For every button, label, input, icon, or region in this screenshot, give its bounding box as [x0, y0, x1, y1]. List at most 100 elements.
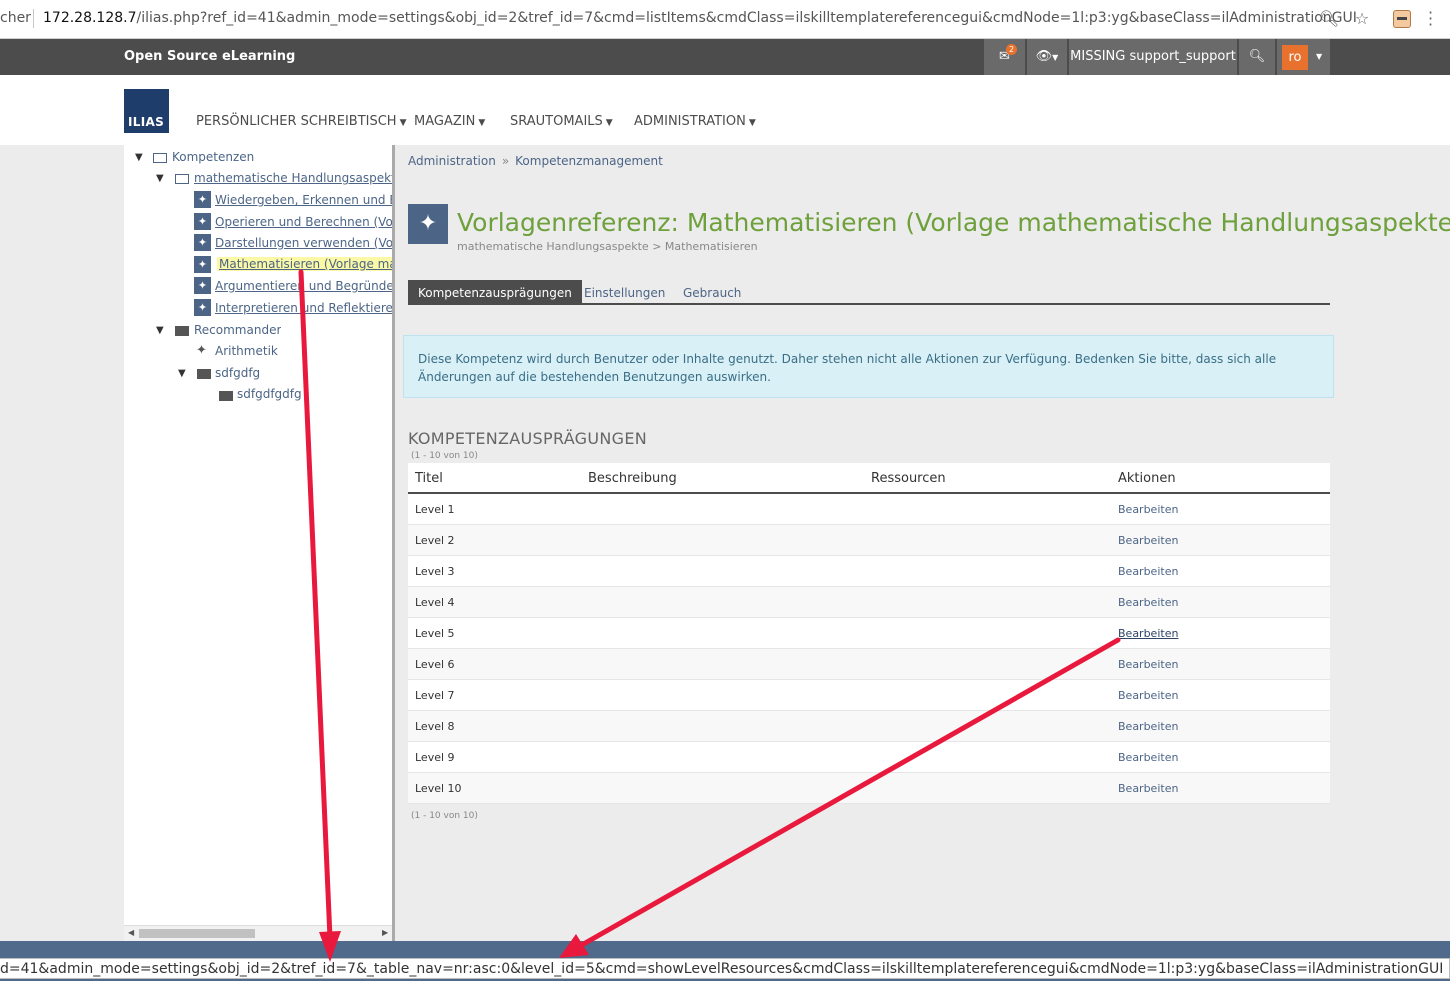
column-header-titel: Titel	[415, 471, 443, 486]
tree-skill-item[interactable]: Operieren und Berechnen (Vorlage mathema…	[215, 215, 392, 229]
user-name-button[interactable]: MISSING support_support	[1069, 39, 1237, 75]
level-title: Level 4	[415, 596, 455, 609]
tree-node-mathematische-handlungsaspekte[interactable]: mathematische Handlungsaspekte	[194, 171, 392, 185]
scrollbar-thumb[interactable]	[139, 929, 255, 938]
mail-button[interactable]: ✉ 2	[984, 39, 1025, 75]
tree-node-recommander[interactable]: Recommander	[194, 323, 281, 337]
nav-srautomails[interactable]: SRAUTOMAILS ▼	[510, 114, 613, 129]
tab-gebrauch[interactable]: Gebrauch	[673, 280, 751, 304]
tree-skill-item[interactable]: Argumentieren und Begründen (Vorlage mat…	[215, 279, 392, 293]
tree-node-arithmetik[interactable]: Arithmetik	[215, 344, 278, 358]
tree-skill-item[interactable]: Interpretieren und Reflektieren (Vorlage…	[215, 301, 392, 315]
info-message: Diese Kompetenz wird durch Benutzer oder…	[403, 335, 1334, 398]
search-icon: 🔍︎	[1248, 49, 1266, 64]
tree-skill-item[interactable]: Wiedergeben, Erkennen und Beschreiben	[215, 193, 392, 207]
folder-icon	[219, 391, 233, 401]
star-icon[interactable]: ☆	[1351, 8, 1373, 30]
tree-node-kompetenzen[interactable]: Kompetenzen	[172, 150, 254, 164]
extension-icon[interactable]	[1393, 10, 1411, 28]
browser-address-bar: cher 172.28.128.7/ilias.php?ref_id=41&ad…	[0, 0, 1450, 39]
tree-horizontal-scrollbar[interactable]: ◀ ▶	[124, 925, 392, 941]
edit-link[interactable]: Bearbeiten	[1118, 534, 1178, 547]
top-header-bar: Open Source eLearning ✉ 2 👁︎▼ MISSING su…	[0, 39, 1450, 75]
nav-label: SRAUTOMAILS	[510, 114, 603, 129]
expand-triangle-icon[interactable]: ▼	[178, 368, 186, 379]
user-caret-icon: ▼	[1316, 52, 1323, 61]
tab-einstellungen[interactable]: Einstellungen	[574, 280, 675, 304]
level-title: Level 6	[415, 658, 455, 671]
page-title: Vorlagenreferenz: Mathematisieren (Vorla…	[457, 208, 1450, 237]
table-row: Level 7 Bearbeiten	[408, 680, 1330, 711]
caret-down-icon: ▼	[478, 118, 486, 128]
edit-link[interactable]: Bearbeiten	[1118, 751, 1178, 764]
edit-link[interactable]: Bearbeiten	[1118, 658, 1178, 671]
edit-link[interactable]: Bearbeiten	[1118, 565, 1178, 578]
avatar[interactable]: ro	[1282, 45, 1308, 70]
expand-triangle-icon[interactable]: ▼	[135, 152, 143, 163]
tree-node-sdfgdfg[interactable]: sdfgdfg	[215, 366, 260, 380]
panel-divider[interactable]	[392, 145, 395, 941]
link-status-url: d=41&admin_mode=settings&obj_id=2&tref_i…	[0, 958, 1450, 979]
table-header: Titel Beschreibung Ressourcen Aktionen	[408, 463, 1330, 494]
url-host: 172.28.128.7	[43, 10, 137, 26]
table-row: Level 9 Bearbeiten	[408, 742, 1330, 773]
tab-title-fragment: cher	[0, 10, 31, 26]
nav-label: ADMINISTRATION	[634, 114, 746, 129]
table-count-top: (1 - 10 von 10)	[411, 451, 478, 461]
expand-triangle-icon[interactable]: ▼	[156, 173, 164, 184]
scroll-left-icon[interactable]: ◀	[128, 928, 134, 937]
page-subtitle: mathematische Handlungsaspekte > Mathema…	[457, 240, 758, 253]
folder-icon	[197, 369, 211, 379]
table-row: Level 1 Bearbeiten	[408, 494, 1330, 525]
info-message-text: Diese Kompetenz wird durch Benutzer oder…	[418, 352, 1277, 384]
site-name[interactable]: Open Source eLearning	[124, 49, 295, 64]
table-count-bottom: (1 - 10 von 10)	[411, 811, 478, 821]
breadcrumb-administration[interactable]: Administration	[408, 154, 496, 168]
search-button[interactable]: 🔍︎	[1239, 39, 1275, 75]
logo-text: ILIAS	[128, 115, 165, 129]
column-header-ressourcen: Ressourcen	[871, 471, 946, 486]
ilias-logo[interactable]: ILIAS	[124, 89, 169, 133]
skill-template-icon: ✦	[194, 191, 211, 208]
table-row: Level 3 Bearbeiten	[408, 556, 1330, 587]
nav-label: PERSÖNLICHER SCHREIBTISCH	[196, 114, 397, 129]
skill-template-icon: ✦	[194, 277, 211, 294]
tab-bar: Kompetenzausprägungen Einstellungen Gebr…	[408, 280, 1330, 305]
breadcrumb-separator: »	[501, 154, 510, 168]
expand-triangle-icon[interactable]: ▼	[156, 325, 164, 336]
url-field[interactable]: 172.28.128.7/ilias.php?ref_id=41&admin_m…	[43, 10, 1357, 26]
edit-link[interactable]: Bearbeiten	[1118, 596, 1178, 609]
edit-link[interactable]: Bearbeiten	[1118, 689, 1178, 702]
level-title: Level 1	[415, 503, 455, 516]
zoom-icon[interactable]: 🔍︎	[1318, 8, 1340, 30]
level-title: Level 5	[415, 627, 455, 640]
url-path: /ilias.php?ref_id=41&admin_mode=settings…	[136, 10, 1357, 26]
scroll-right-icon[interactable]: ▶	[382, 928, 388, 937]
skill-template-icon: ✦	[194, 299, 211, 316]
level-title: Level 8	[415, 720, 455, 733]
tree-node-sdfgdfgdfg[interactable]: sdfgdfgdfg	[237, 387, 302, 401]
folder-icon	[153, 153, 167, 163]
edit-link[interactable]: Bearbeiten	[1118, 782, 1178, 795]
menu-icon[interactable]: · · ·	[1428, 5, 1433, 33]
edit-link-hovered[interactable]: Bearbeiten	[1118, 627, 1178, 640]
table-row: Level 10 Bearbeiten	[408, 773, 1330, 804]
breadcrumb-kompetenzmanagement[interactable]: Kompetenzmanagement	[515, 154, 663, 168]
folder-icon	[175, 174, 189, 184]
awareness-button[interactable]: 👁︎▼	[1027, 39, 1067, 75]
level-title: Level 9	[415, 751, 455, 764]
column-header-aktionen: Aktionen	[1118, 471, 1176, 486]
tree-skill-item[interactable]: Darstellungen verwenden (Vorlage mathema…	[215, 236, 392, 250]
tab-kompetenzauspraegungen[interactable]: Kompetenzausprägungen	[408, 280, 582, 304]
folder-icon	[175, 326, 189, 336]
tree-skill-item-selected[interactable]: Mathematisieren (Vorlage mathematische H…	[217, 257, 392, 271]
nav-personal-desktop[interactable]: PERSÖNLICHER SCHREIBTISCH ▼	[196, 114, 407, 129]
table-row: Level 2 Bearbeiten	[408, 525, 1330, 556]
edit-link[interactable]: Bearbeiten	[1118, 503, 1178, 516]
nav-repository[interactable]: MAGAZIN ▼	[414, 114, 485, 129]
table-row: Level 6 Bearbeiten	[408, 649, 1330, 680]
skill-template-reference-icon: ✦	[408, 204, 448, 244]
edit-link[interactable]: Bearbeiten	[1118, 720, 1178, 733]
nav-administration[interactable]: ADMINISTRATION ▼	[634, 114, 756, 129]
nav-label: MAGAZIN	[414, 114, 476, 129]
